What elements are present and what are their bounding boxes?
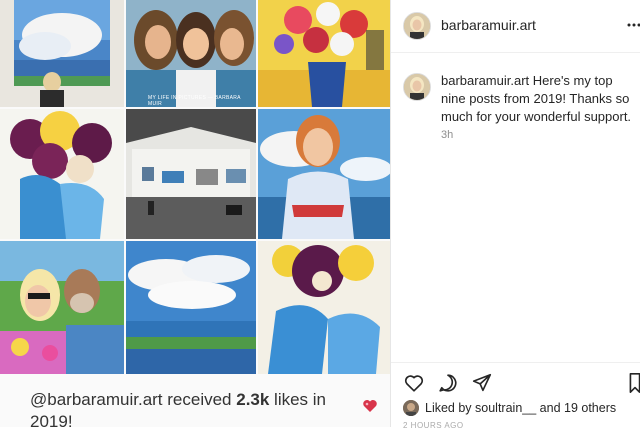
grid-tile-artist-with-painting: [0, 0, 124, 107]
summary-text-middle: received: [163, 390, 237, 409]
liker-avatar[interactable]: [403, 400, 419, 416]
heart-icon[interactable]: [403, 372, 425, 394]
caption-avatar[interactable]: [403, 73, 431, 101]
likes-others[interactable]: 19 others: [564, 401, 616, 415]
liker-username[interactable]: soultrain__: [475, 401, 536, 415]
post-sidebar: barbaramuir.art barbaramuir.art Here's m…: [391, 0, 640, 427]
actions-divider: [391, 362, 640, 363]
avatar[interactable]: [403, 12, 431, 40]
grid-tile-pansies-pitcher: [0, 109, 124, 239]
likes-prefix: Liked by: [425, 401, 475, 415]
grid-tile-gallery-interior: [126, 109, 256, 239]
summary-handle: @barbaramuir.art: [30, 390, 163, 409]
grid-tile-couple-portrait: [0, 241, 124, 374]
summary-bar: @barbaramuir.art received 2.3k likes in …: [0, 374, 390, 427]
likes-text: Liked by soultrain__ and 19 others: [425, 401, 616, 415]
comment-icon[interactable]: [437, 372, 459, 394]
post-image[interactable]: MY LIFE IN PICTURES — BARBARA MUIR: [0, 0, 390, 427]
header-username[interactable]: barbaramuir.art: [441, 17, 536, 33]
more-dots-icon[interactable]: [627, 22, 640, 28]
top-nine-grid: MY LIFE IN PICTURES — BARBARA MUIR: [0, 0, 390, 374]
post-header: barbaramuir.art: [391, 0, 640, 53]
likes-middle: and: [536, 401, 564, 415]
caption-username[interactable]: barbaramuir.art: [441, 73, 529, 88]
summary-text: @barbaramuir.art received 2.3k likes in …: [30, 389, 350, 433]
share-icon[interactable]: [471, 372, 493, 394]
grid-tile-clouds-landscape: [126, 241, 256, 374]
bookmark-icon[interactable]: [629, 372, 640, 394]
grid-tile-pansies-blue: [258, 241, 390, 374]
heart-sticker-icon: [362, 398, 378, 414]
grid-tile-woman-portrait: [258, 109, 390, 239]
summary-likes-count: 2.3k: [236, 390, 269, 409]
caption-time[interactable]: 3h: [441, 129, 453, 141]
grid-tile-flower-vase: [258, 0, 390, 107]
post-date: 2 HOURS AGO: [403, 421, 464, 430]
grid-overlay-text: MY LIFE IN PICTURES — BARBARA MUIR: [148, 95, 256, 107]
caption-body: barbaramuir.art Here's my top nine posts…: [441, 72, 637, 126]
grid-tile-portrait-three-girls: MY LIFE IN PICTURES — BARBARA MUIR: [126, 0, 256, 107]
